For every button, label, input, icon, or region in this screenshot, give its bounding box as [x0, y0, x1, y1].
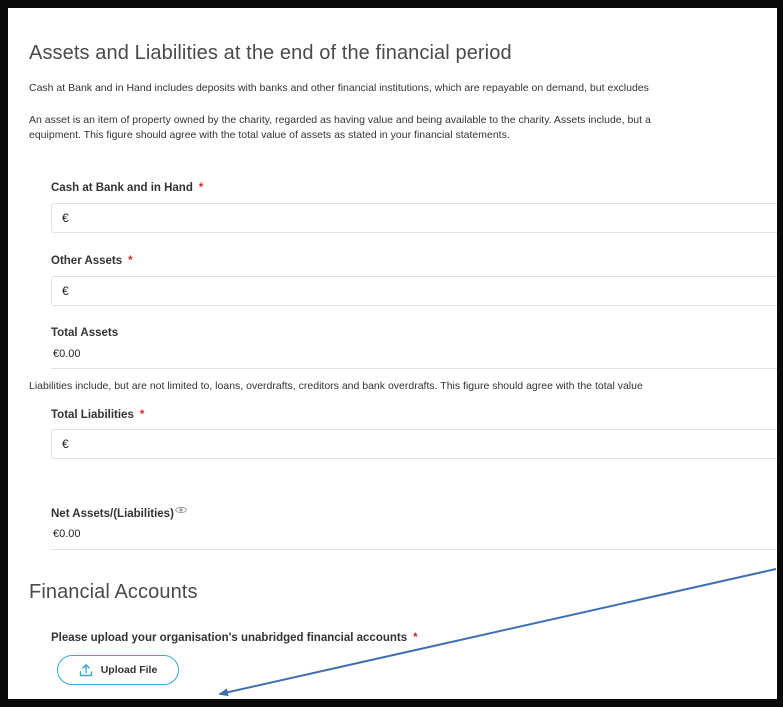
currency-prefix: € [62, 437, 69, 451]
total-liabilities-label-text: Total Liabilities [51, 409, 134, 421]
required-marker: * [198, 182, 204, 194]
total-assets-value: €0.00 [53, 348, 81, 360]
upload-file-button[interactable]: Upload File [57, 655, 179, 685]
other-assets-label-text: Other Assets [51, 255, 123, 267]
total-liabilities-input-field[interactable] [68, 430, 777, 458]
net-assets-field-label: Net Assets/(Liabilities) [51, 505, 187, 520]
required-marker: * [413, 632, 418, 644]
cash-label-text: Cash at Bank and in Hand [51, 182, 193, 194]
assets-section-title: Assets and Liabilities at the end of the… [29, 42, 512, 64]
cash-field-label: Cash at Bank and in Hand * [51, 182, 203, 194]
currency-prefix: € [62, 211, 69, 225]
net-assets-value: €0.00 [53, 528, 81, 540]
upload-field-label: Please upload your organisation's unabri… [51, 632, 418, 644]
other-assets-field-label: Other Assets * [51, 255, 133, 267]
asset-description-line1: An asset is an item of property owned by… [29, 114, 651, 126]
divider [51, 549, 777, 550]
asset-description-line2: equipment. This figure should agree with… [29, 129, 510, 141]
cash-input-field[interactable] [68, 204, 777, 232]
cash-description: Cash at Bank and in Hand includes deposi… [29, 82, 649, 94]
financial-accounts-title: Financial Accounts [29, 581, 198, 603]
total-assets-label: Total Assets [51, 327, 119, 339]
total-liabilities-input[interactable]: € [51, 429, 777, 459]
upload-label-text: Please upload your organisation's unabri… [51, 632, 408, 644]
upload-icon [79, 664, 92, 677]
total-liabilities-field-label: Total Liabilities * [51, 409, 144, 421]
liabilities-description: Liabilities include, but are not limited… [29, 380, 643, 392]
other-assets-input[interactable]: € [51, 276, 777, 306]
divider [51, 368, 777, 369]
required-marker: * [128, 255, 133, 267]
screenshot-frame: Assets and Liabilities at the end of the… [0, 0, 783, 707]
currency-prefix: € [62, 284, 69, 298]
cash-input[interactable]: € [51, 203, 777, 233]
eye-icon[interactable] [174, 505, 187, 514]
other-assets-input-field[interactable] [68, 277, 777, 305]
required-marker: * [139, 409, 145, 421]
upload-button-label: Upload File [100, 664, 158, 676]
net-assets-label-text: Net Assets/(Liabilities) [51, 508, 174, 520]
